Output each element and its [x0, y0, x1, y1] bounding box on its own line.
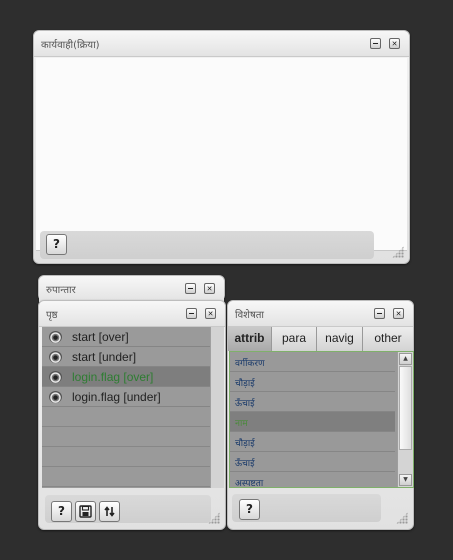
list-item[interactable]: login.flag [over] [42, 367, 210, 387]
list-item[interactable]: start [under] [42, 347, 210, 367]
property-row[interactable]: चौड़ाई [230, 372, 395, 392]
minimize-icon[interactable] [186, 308, 197, 319]
components-title: रुपान्तार [46, 285, 76, 296]
eye-icon[interactable] [49, 391, 62, 403]
page-label: start [under] [72, 350, 137, 364]
property-row[interactable]: ऊँचाई [230, 452, 395, 472]
help-button[interactable]: ? [46, 234, 67, 255]
pages-panel: पृष्ठ start [over] start [under] login.f… [38, 300, 226, 530]
property-row[interactable]: ऊँचाई [230, 392, 395, 412]
page-label: start [over] [72, 330, 129, 344]
properties-panel: विशेषता attrib para navig other वर्गीकरण… [227, 300, 414, 530]
minimize-icon[interactable] [370, 38, 381, 49]
properties-list: वर्गीकरण चौड़ाई ऊँचाई नाम चौड़ाई ऊँचाई अ… [229, 351, 414, 488]
list-item[interactable]: start [over] [42, 327, 210, 347]
property-row[interactable]: अस्पष्टता [230, 472, 395, 487]
tab-navig[interactable]: navig [317, 327, 363, 351]
eye-icon[interactable] [49, 371, 62, 383]
properties-scrollbar[interactable]: ▲ ▼ [397, 352, 413, 487]
pages-scrollbar[interactable] [210, 327, 224, 488]
tab-other[interactable]: other [363, 327, 413, 351]
actions-titlebar[interactable]: कार्यवाही(क्रिया) [34, 31, 409, 57]
scroll-down-icon[interactable]: ▼ [399, 474, 412, 486]
help-button[interactable]: ? [239, 499, 260, 520]
close-icon[interactable] [205, 308, 216, 319]
actions-title: कार्यवाही(क्रिया) [41, 40, 100, 51]
properties-title: विशेषता [235, 310, 265, 321]
list-item[interactable]: login.flag [under] [42, 387, 210, 407]
pages-titlebar[interactable]: पृष्ठ [39, 301, 225, 327]
eye-icon[interactable] [49, 331, 62, 343]
property-row[interactable]: नाम [230, 412, 395, 432]
save-button[interactable] [75, 501, 96, 522]
page-label: login.flag [over] [72, 370, 154, 384]
minimize-icon[interactable] [374, 308, 385, 319]
property-row[interactable]: चौड़ाई [230, 432, 395, 452]
property-row[interactable]: वर्गीकरण [230, 352, 395, 372]
scroll-thumb[interactable] [399, 366, 412, 450]
page-label: login.flag [under] [72, 390, 161, 404]
actions-panel: कार्यवाही(क्रिया) ? [33, 30, 410, 264]
minimize-icon[interactable] [185, 283, 196, 294]
help-button[interactable]: ? [51, 501, 72, 522]
pages-title: पृष्ठ [46, 310, 58, 321]
actions-footer [40, 231, 374, 259]
close-icon[interactable] [389, 38, 400, 49]
tab-para[interactable]: para [272, 327, 317, 351]
tab-attrib[interactable]: attrib [228, 327, 272, 351]
components-titlebar[interactable]: रुपान्तार [39, 276, 224, 302]
scroll-up-icon[interactable]: ▲ [399, 353, 412, 365]
eye-icon[interactable] [49, 351, 62, 363]
properties-tabbar: attrib para navig other [228, 327, 413, 351]
swap-button[interactable] [99, 501, 120, 522]
pages-list: start [over] start [under] login.flag [o… [42, 327, 210, 488]
close-icon[interactable] [204, 283, 215, 294]
resize-grip-icon[interactable] [396, 512, 408, 524]
components-panel: रुपान्तार [38, 275, 225, 302]
actions-content-area[interactable] [36, 58, 407, 251]
properties-titlebar[interactable]: विशेषता [228, 301, 413, 327]
save-icon [79, 505, 92, 518]
swap-icon [104, 506, 115, 517]
close-icon[interactable] [393, 308, 404, 319]
